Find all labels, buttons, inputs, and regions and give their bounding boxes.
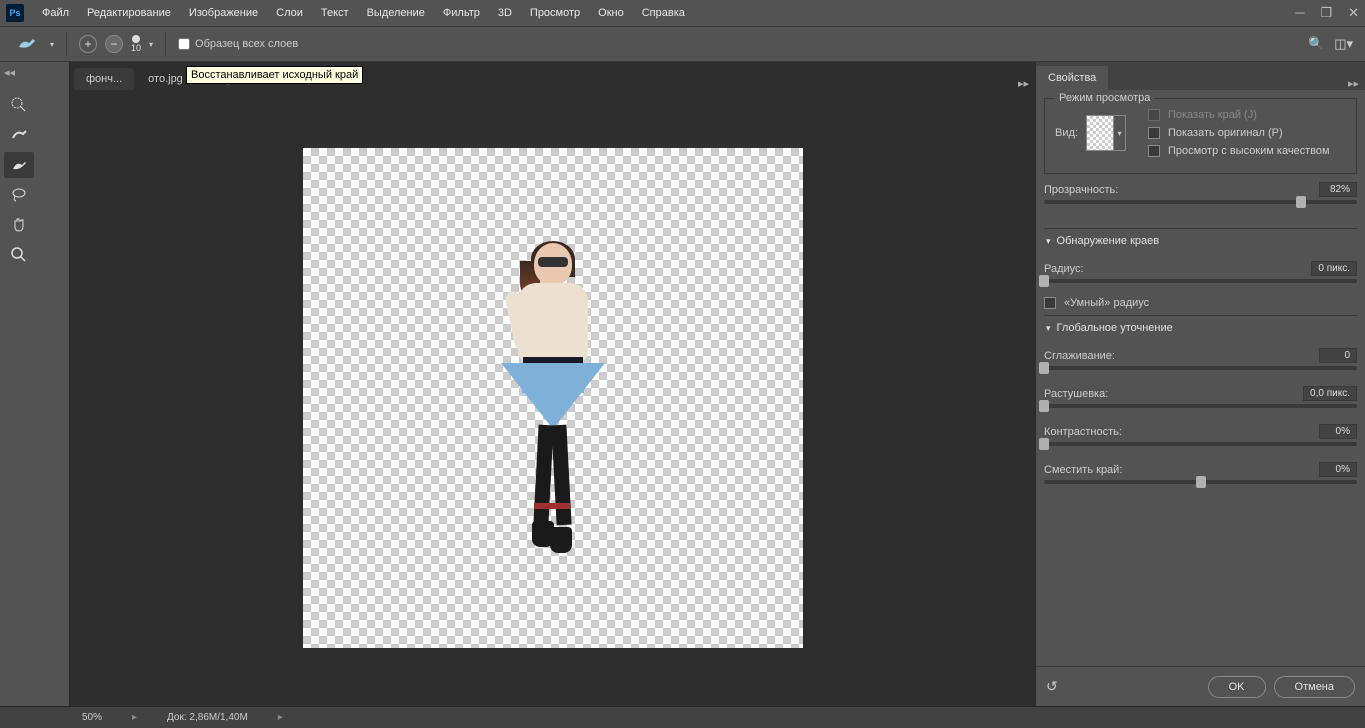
feather-value[interactable]: 0,0 пикс. bbox=[1303, 386, 1357, 401]
view-label: Вид: bbox=[1055, 127, 1078, 139]
smart-radius-checkbox[interactable] bbox=[1044, 297, 1056, 309]
global-refine-title: Глобальное уточнение bbox=[1057, 322, 1173, 334]
shift-edge-label: Сместить край: bbox=[1044, 464, 1122, 476]
brush-tool[interactable] bbox=[4, 152, 34, 178]
menu-select[interactable]: Выделение bbox=[359, 3, 433, 23]
view-mode-title: Режим просмотра bbox=[1055, 92, 1154, 104]
menu-image[interactable]: Изображение bbox=[181, 3, 266, 23]
sample-all-label: Образец всех слоев bbox=[195, 38, 298, 50]
document-area: фонч... ото.jpg @ 50% (Слой 0, RGB/8*) *… bbox=[70, 62, 1035, 706]
doc-size: Док: 2,86M/1,40M bbox=[167, 712, 248, 723]
shift-edge-slider[interactable] bbox=[1044, 480, 1357, 484]
transparency-label: Прозрачность: bbox=[1044, 184, 1118, 196]
menu-file[interactable]: Файл bbox=[34, 3, 77, 23]
show-original-label: Показать оригинал (P) bbox=[1168, 127, 1283, 139]
high-quality-checkbox[interactable] bbox=[1148, 145, 1160, 157]
lasso-tool[interactable] bbox=[4, 182, 34, 208]
contrast-slider[interactable] bbox=[1044, 442, 1357, 446]
contrast-label: Контрастность: bbox=[1044, 426, 1122, 438]
show-edge-label: Показать край (J) bbox=[1168, 109, 1257, 121]
document-tab-1[interactable]: фонч... bbox=[74, 68, 134, 90]
edge-detection-section[interactable]: ▾ Обнаружение краев bbox=[1044, 228, 1357, 253]
menu-layers[interactable]: Слои bbox=[268, 3, 311, 23]
view-thumbnail-dropdown[interactable]: ▾ bbox=[1114, 115, 1126, 151]
doc-info-arrow-icon[interactable]: ▸ bbox=[278, 712, 283, 723]
menu-view[interactable]: Просмотр bbox=[522, 3, 588, 23]
collapse-left-icon[interactable]: ◂◂ bbox=[4, 66, 15, 79]
reset-button[interactable]: ↺ bbox=[1046, 678, 1058, 695]
menu-text[interactable]: Текст bbox=[313, 3, 357, 23]
search-icon[interactable]: 🔍 bbox=[1308, 36, 1324, 52]
subtract-mode-button[interactable]: − bbox=[105, 35, 123, 53]
feather-label: Растушевка: bbox=[1044, 388, 1108, 400]
smooth-label: Сглаживание: bbox=[1044, 350, 1115, 362]
transparency-value[interactable]: 82% bbox=[1319, 182, 1357, 197]
sample-all-layers-checkbox[interactable]: Образец всех слоев bbox=[178, 38, 298, 50]
canvas[interactable] bbox=[303, 148, 803, 648]
edge-detection-title: Обнаружение краев bbox=[1057, 235, 1160, 247]
quick-select-tool[interactable] bbox=[4, 92, 34, 118]
window-controls: ─ ❐ ✕ bbox=[1295, 5, 1359, 21]
smooth-slider[interactable] bbox=[1044, 366, 1357, 370]
tab-1-label: фонч... bbox=[86, 73, 122, 85]
status-bar: 50% ▸ Док: 2,86M/1,40M ▸ bbox=[0, 706, 1365, 728]
title-bar: Ps Файл Редактирование Изображение Слои … bbox=[0, 0, 1365, 26]
document-tabs: фонч... ото.jpg @ 50% (Слой 0, RGB/8*) *… bbox=[70, 62, 1035, 90]
feather-slider[interactable] bbox=[1044, 404, 1357, 408]
global-refine-section[interactable]: ▾ Глобальное уточнение bbox=[1044, 315, 1357, 340]
minimize-icon[interactable]: ─ bbox=[1295, 5, 1304, 21]
brush-size-preset[interactable]: 10 bbox=[131, 35, 141, 53]
menu-edit[interactable]: Редактирование bbox=[79, 3, 179, 23]
properties-panel: Свойства ▸▸ Режим просмотра Вид: ▾ Показ… bbox=[1035, 62, 1365, 706]
transparency-slider[interactable] bbox=[1044, 200, 1357, 204]
panel-tabbar: Свойства ▸▸ bbox=[1036, 62, 1365, 90]
current-tool-icon[interactable] bbox=[12, 32, 42, 56]
radius-value[interactable]: 0 пикс. bbox=[1311, 261, 1357, 276]
workspace-icon[interactable]: ◫▾ bbox=[1334, 36, 1353, 52]
tooltip: Восстанавливает исходный край bbox=[186, 66, 363, 84]
canvas-viewport[interactable] bbox=[70, 90, 1035, 706]
hand-tool[interactable] bbox=[4, 212, 34, 238]
menu-filter[interactable]: Фильтр bbox=[435, 3, 488, 23]
cancel-button[interactable]: Отмена bbox=[1274, 676, 1355, 698]
left-toolbar: ◂◂ bbox=[0, 62, 70, 706]
smooth-value[interactable]: 0 bbox=[1319, 348, 1357, 363]
app-logo: Ps bbox=[6, 4, 24, 22]
menu-3d[interactable]: 3D bbox=[490, 3, 520, 23]
options-bar: ▾ + − 10 ▾ Образец всех слоев 🔍 ◫▾ bbox=[0, 26, 1365, 62]
chevron-down-icon: ▾ bbox=[1046, 236, 1051, 247]
brush-dropdown-icon[interactable]: ▾ bbox=[149, 40, 153, 49]
zoom-arrow-icon[interactable]: ▸ bbox=[132, 712, 137, 723]
contrast-value[interactable]: 0% bbox=[1319, 424, 1357, 439]
panel-footer: ↺ OK Отмена bbox=[1036, 666, 1365, 706]
menu-window[interactable]: Окно bbox=[590, 3, 632, 23]
sample-all-input[interactable] bbox=[178, 38, 190, 50]
radius-label: Радиус: bbox=[1044, 263, 1084, 275]
zoom-level[interactable]: 50% bbox=[82, 712, 102, 723]
dropdown-icon[interactable]: ▾ bbox=[50, 40, 54, 49]
chevron-down-icon: ▾ bbox=[1046, 323, 1051, 334]
smart-radius-label: «Умный» радиус bbox=[1064, 297, 1149, 309]
maximize-icon[interactable]: ❐ bbox=[1320, 5, 1332, 21]
view-thumbnail[interactable] bbox=[1086, 115, 1114, 151]
refine-brush-tool[interactable] bbox=[4, 122, 34, 148]
zoom-tool[interactable] bbox=[4, 242, 34, 268]
ok-button[interactable]: OK bbox=[1208, 676, 1266, 698]
panel-expand-icon[interactable]: ▸▸ bbox=[1348, 77, 1359, 90]
tabs-overflow-icon[interactable]: ▸▸ bbox=[1018, 77, 1029, 90]
add-mode-button[interactable]: + bbox=[79, 35, 97, 53]
main-menu: Файл Редактирование Изображение Слои Тек… bbox=[34, 3, 693, 23]
image-subject bbox=[498, 243, 608, 553]
show-original-checkbox[interactable] bbox=[1148, 127, 1160, 139]
view-mode-group: Режим просмотра Вид: ▾ Показать край (J)… bbox=[1044, 98, 1357, 174]
high-quality-label: Просмотр с высоким качеством bbox=[1168, 145, 1330, 157]
show-edge-checkbox bbox=[1148, 109, 1160, 121]
menu-help[interactable]: Справка bbox=[634, 3, 693, 23]
shift-edge-value[interactable]: 0% bbox=[1319, 462, 1357, 477]
close-icon[interactable]: ✕ bbox=[1348, 5, 1359, 21]
properties-tab[interactable]: Свойства bbox=[1036, 66, 1108, 90]
radius-slider[interactable] bbox=[1044, 279, 1357, 283]
